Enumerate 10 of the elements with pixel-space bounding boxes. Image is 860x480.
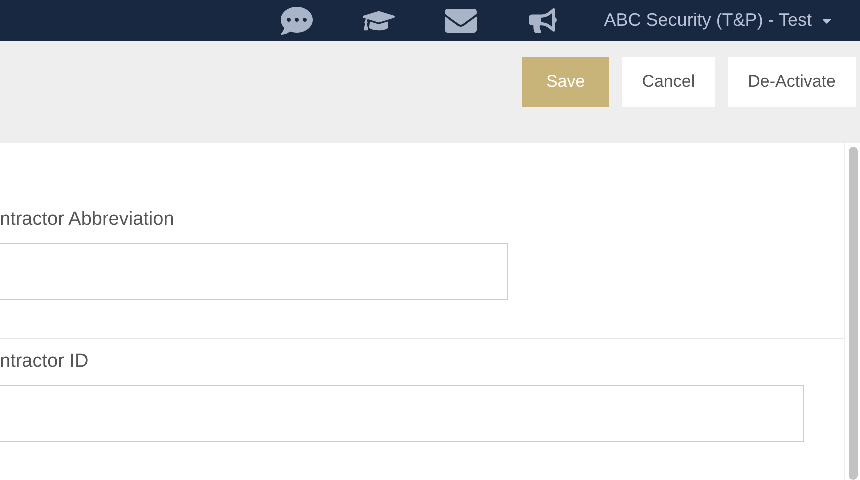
action-button[interactable]: De-Activate [728,57,856,108]
scrollbar[interactable] [844,143,860,480]
megaphone-icon[interactable] [529,6,558,35]
input-field[interactable] [0,385,804,442]
account-menu[interactable]: ABC Security (T&P) - Test [604,10,834,32]
action-button[interactable]: Cancel [622,57,716,108]
field-label: ntractor Abbreviation [0,209,176,231]
chat-icon[interactable] [281,4,314,37]
input-field[interactable] [0,243,508,300]
field-label: ntractor ID [0,351,90,373]
